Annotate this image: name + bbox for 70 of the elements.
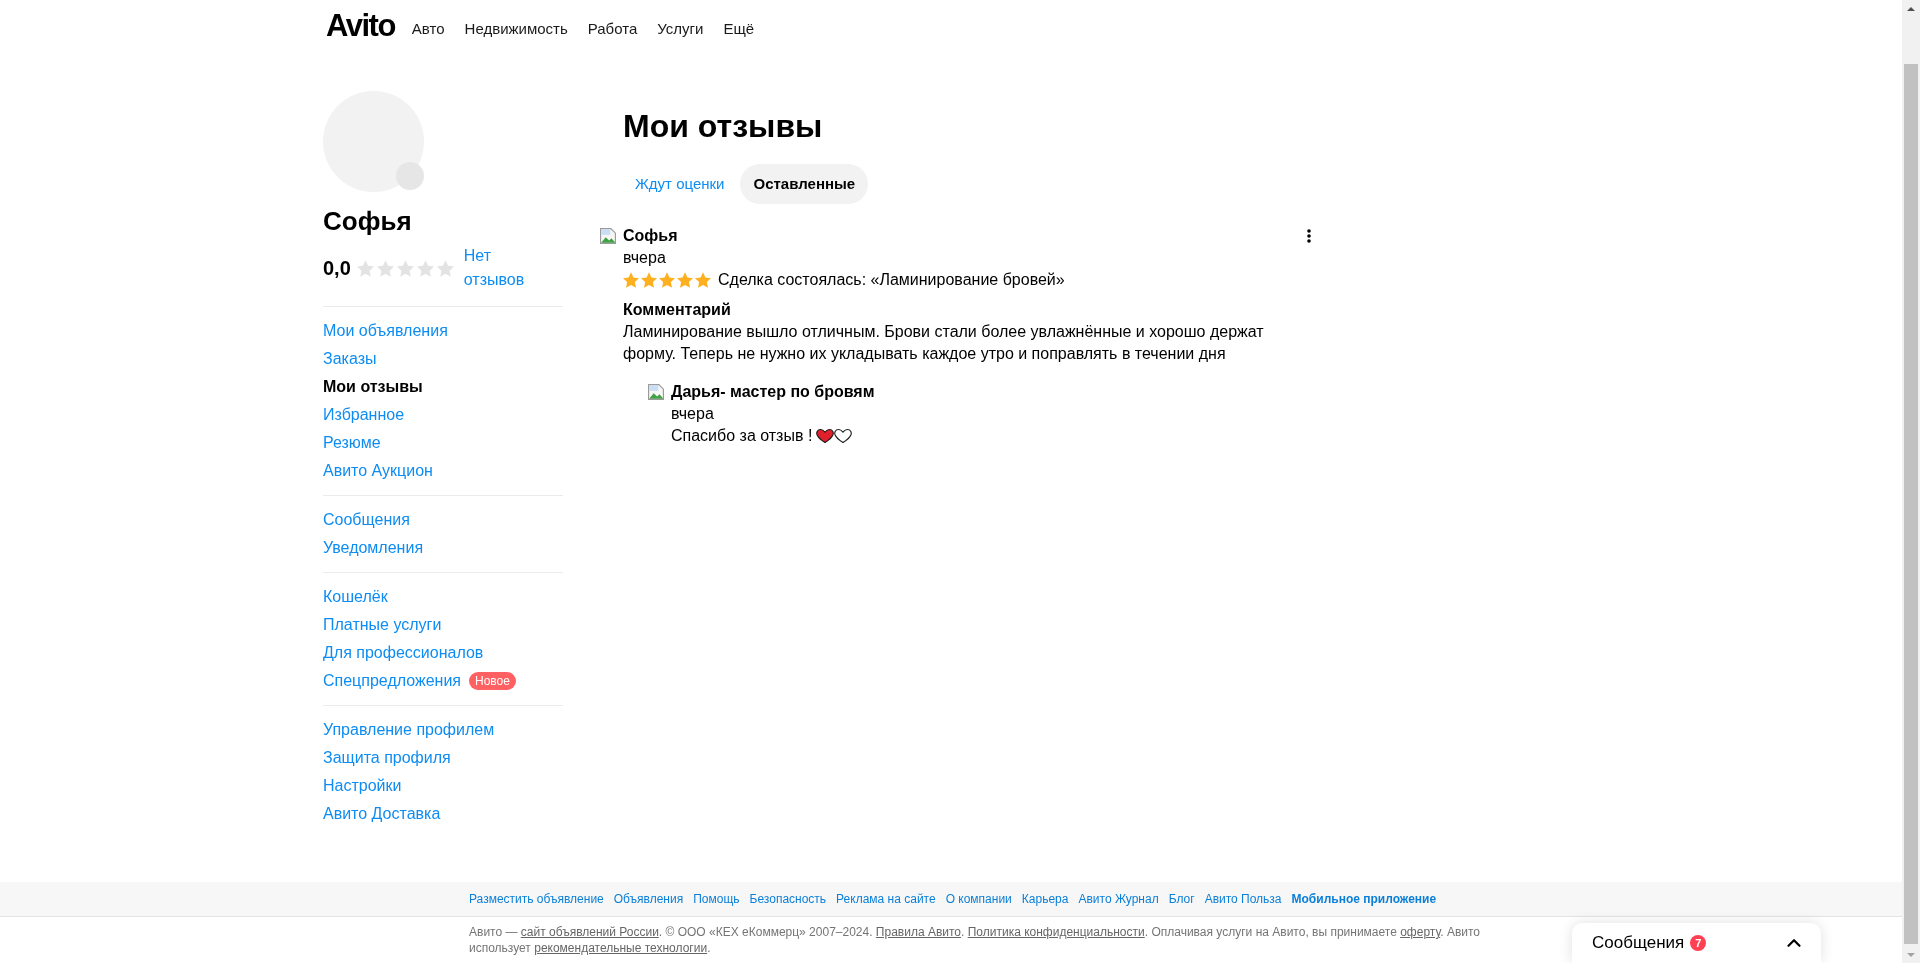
footer-link[interactable]: Мобильное приложение [1291, 891, 1437, 907]
footer-link[interactable]: Разместить объявление [469, 891, 604, 907]
profile-name: Софья [323, 205, 413, 237]
footer-link[interactable]: Объявления [613, 891, 684, 907]
footer-link[interactable]: Авито Польза [1204, 891, 1282, 907]
sidebar-item[interactable]: Мои отзывы [323, 376, 423, 398]
star-icon [396, 259, 414, 277]
sidebar-item[interactable]: Спецпредложения [323, 670, 461, 692]
footer-link[interactable]: Помощь [693, 891, 740, 907]
sidebar-item[interactable]: Авито Доставка [323, 803, 441, 825]
comment-text: Ламинирование вышло отличным. Брови стали более увлажнённые и хорошо держат форму. Теперь не нужно их укладывать каждое утро и поправлять в течении дня [623, 322, 1265, 364]
broken-image-icon [600, 228, 616, 244]
comment-heading: Комментарий [623, 300, 731, 320]
triangle-up-icon [1907, 6, 1915, 11]
broken-image-icon [648, 384, 664, 400]
nav-link[interactable]: Авто [411, 19, 445, 39]
deal-text: Сделка состоялась: «Ламинирование бровей» [718, 270, 1065, 290]
footer-link[interactable]: Безопасность [749, 891, 827, 907]
star-icon [695, 272, 711, 288]
tab[interactable]: Ждут оценки [623, 164, 737, 204]
scrollbar-thumb[interactable] [1904, 64, 1918, 944]
star-icon [356, 259, 374, 277]
sidebar-item[interactable]: Кошелёк [323, 586, 388, 608]
footer-link[interactable]: Блог [1168, 891, 1195, 907]
messages-title: Сообщения [1592, 932, 1685, 954]
triangle-down-icon [1907, 952, 1915, 957]
star-icon [436, 259, 454, 277]
nav-link[interactable]: Услуги [657, 19, 704, 39]
logo[interactable]: Avito [326, 10, 395, 42]
footer-link[interactable]: Реклама на сайте [836, 891, 936, 907]
star-icon [677, 272, 693, 288]
reviewer-name: Софья [623, 226, 678, 246]
star-icon [623, 272, 639, 288]
new-badge: Новое [469, 672, 516, 690]
reply-date: вчера [671, 404, 714, 424]
seller-name: Дарья- мастер по бровям [671, 382, 875, 402]
review-date: вчера [623, 248, 666, 268]
footer-link[interactable]: Авито Журнал [1078, 891, 1159, 907]
legal-link[interactable]: сайт объявлений России [520, 925, 659, 939]
nav-link[interactable]: Недвижимость [464, 19, 568, 39]
star-icon [659, 272, 675, 288]
messages-panel[interactable]: Сообщения 7 [1572, 923, 1821, 963]
page-title: Мои отзывы [623, 107, 823, 146]
more-vertical-icon [1307, 229, 1311, 243]
nav-link[interactable]: Работа [587, 19, 638, 39]
legal-text: Авито — сайт объявлений России. © ООО «КЕХ еКоммерц» 2007–2024. Правила Авито. Политика конфиденциальности. Оплачивая услуги на Авито, вы принимаете оферту. Авито использует рекомендательные технологии. [468, 924, 1481, 956]
star-icon [376, 259, 394, 277]
sidebar-item[interactable]: Управление профилем [323, 719, 495, 741]
star-icon [641, 272, 657, 288]
sidebar-item[interactable]: Резюме [323, 432, 381, 454]
sidebar-item[interactable]: Уведомления [323, 537, 424, 559]
sidebar-item[interactable]: Авито Аукцион [323, 460, 433, 482]
sidebar-item[interactable]: Настройки [323, 775, 402, 797]
sidebar-item[interactable]: Платные услуги [323, 614, 442, 636]
nav-link[interactable]: Ещё [723, 19, 755, 39]
star-icon [416, 259, 434, 277]
sidebar-item[interactable]: Избранное [323, 404, 405, 426]
tab[interactable]: Оставленные [740, 164, 869, 204]
legal-link[interactable]: Политика конфиденциальности [967, 925, 1145, 939]
reviews-link[interactable]: Нет отзывов [463, 244, 536, 292]
sidebar-item[interactable]: Защита профиля [323, 747, 451, 769]
unread-count-badge: 7 [1690, 935, 1707, 951]
sidebar-item[interactable]: Заказы [323, 348, 377, 370]
sidebar-item[interactable]: Сообщения [323, 509, 410, 531]
reply-text: Спасибо за отзыв ! [671, 426, 813, 446]
footer-link[interactable]: О компании [945, 891, 1012, 907]
footer-link[interactable]: Карьера [1021, 891, 1069, 907]
rating-value: 0,0 [323, 256, 351, 280]
sidebar-item[interactable]: Мои объявления [323, 320, 448, 342]
sidebar-item[interactable]: Для профессионалов [323, 642, 484, 664]
